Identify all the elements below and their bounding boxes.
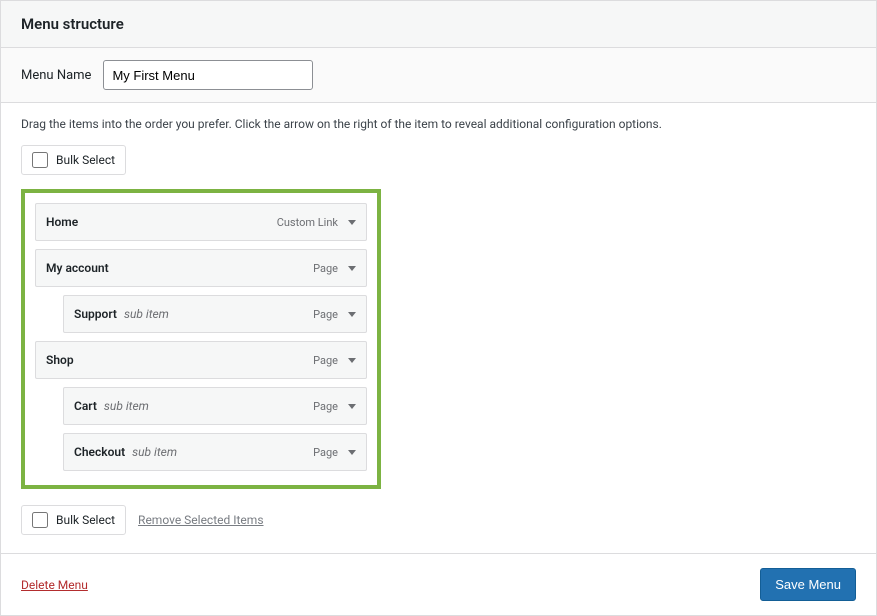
sub-item-label: sub item xyxy=(104,399,149,413)
sub-item-label: sub item xyxy=(132,445,177,459)
menu-item-title-text: Cart xyxy=(74,399,97,413)
chevron-down-icon[interactable] xyxy=(348,358,356,363)
menu-item-type: Custom Link xyxy=(277,216,338,229)
instructions-text: Drag the items into the order you prefer… xyxy=(1,103,876,141)
menu-item-title: My account xyxy=(46,261,109,275)
menu-name-row: Menu Name xyxy=(1,48,876,103)
remove-selected-link[interactable]: Remove Selected Items xyxy=(138,513,263,527)
menu-item-shop[interactable]: Shop Page xyxy=(35,341,367,379)
delete-menu-link[interactable]: Delete Menu xyxy=(21,578,88,592)
bulk-select-bottom[interactable]: Bulk Select xyxy=(21,505,126,535)
chevron-down-icon[interactable] xyxy=(348,266,356,271)
menu-item-title: Checkout sub item xyxy=(74,445,177,459)
menu-item-title: Support sub item xyxy=(74,307,169,321)
menu-item-title-text: Checkout xyxy=(74,445,125,459)
panel-header: Menu structure xyxy=(1,1,876,48)
menu-item-support[interactable]: Support sub item Page xyxy=(63,295,367,333)
menu-item-type: Page xyxy=(313,446,338,459)
menu-item-controls: Page xyxy=(313,446,356,459)
chevron-down-icon[interactable] xyxy=(348,450,356,455)
menu-name-label: Menu Name xyxy=(21,68,91,83)
bulk-select-row-top: Bulk Select xyxy=(1,141,876,189)
chevron-down-icon[interactable] xyxy=(348,404,356,409)
menu-item-controls: Page xyxy=(313,262,356,275)
bulk-select-row-bottom: Bulk Select Remove Selected Items xyxy=(1,505,876,553)
menu-item-checkout[interactable]: Checkout sub item Page xyxy=(63,433,367,471)
chevron-down-icon[interactable] xyxy=(348,220,356,225)
bulk-select-bottom-checkbox[interactable] xyxy=(32,512,48,528)
menu-item-type: Page xyxy=(313,400,338,413)
bulk-select-top-checkbox[interactable] xyxy=(32,152,48,168)
menu-item-controls: Page xyxy=(313,400,356,413)
sub-item-label: sub item xyxy=(124,307,169,321)
chevron-down-icon[interactable] xyxy=(348,312,356,317)
menu-structure-panel: Menu structure Menu Name Drag the items … xyxy=(0,0,877,616)
menu-item-title: Shop xyxy=(46,353,74,367)
menu-item-controls: Page xyxy=(313,308,356,321)
menu-item-controls: Page xyxy=(313,354,356,367)
bulk-select-bottom-label: Bulk Select xyxy=(56,513,115,527)
bulk-select-top-label: Bulk Select xyxy=(56,153,115,167)
menu-item-controls: Custom Link xyxy=(277,216,356,229)
save-menu-button[interactable]: Save Menu xyxy=(760,568,856,601)
menu-name-input[interactable] xyxy=(103,60,313,90)
menu-item-home[interactable]: Home Custom Link xyxy=(35,203,367,241)
menu-item-type: Page xyxy=(313,354,338,367)
menu-item-title: Cart sub item xyxy=(74,399,149,413)
menu-item-type: Page xyxy=(313,308,338,321)
menu-item-my-account[interactable]: My account Page xyxy=(35,249,367,287)
menu-items-container: Home Custom Link My account Page Support… xyxy=(21,189,381,489)
menu-item-cart[interactable]: Cart sub item Page xyxy=(63,387,367,425)
menu-item-title-text: Support xyxy=(74,307,117,321)
menu-item-type: Page xyxy=(313,262,338,275)
menu-item-title: Home xyxy=(46,215,78,229)
bulk-select-top[interactable]: Bulk Select xyxy=(21,145,126,175)
panel-footer: Delete Menu Save Menu xyxy=(1,553,876,615)
page-title: Menu structure xyxy=(21,15,856,33)
